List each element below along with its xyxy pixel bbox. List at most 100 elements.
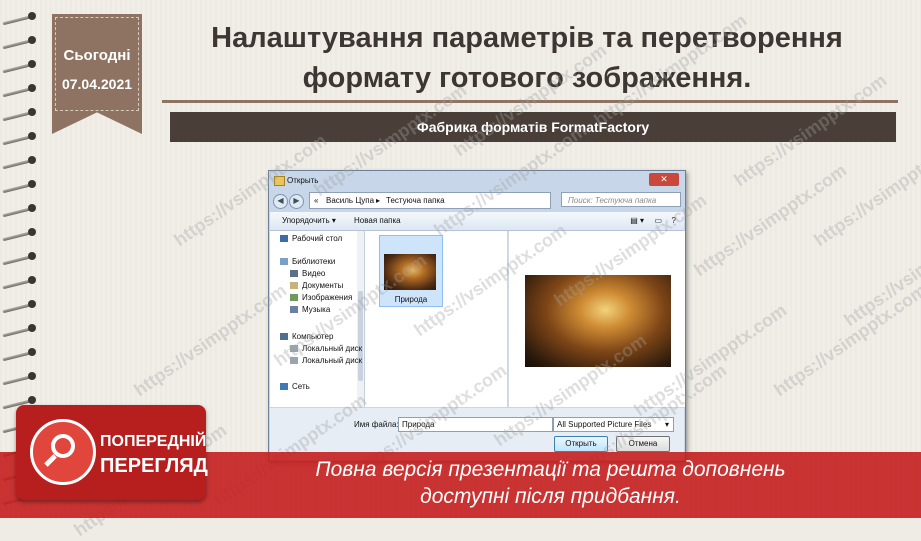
spiral-ring: [2, 132, 42, 146]
spiral-hole: [28, 348, 36, 356]
search-input[interactable]: Поиск: Тестуюча папка: [561, 192, 681, 207]
music-icon: [290, 306, 298, 314]
libraries-icon: [280, 258, 288, 266]
spiral-ring: [2, 204, 42, 218]
badge-line-2: ПЕРЕГЛЯД: [100, 455, 208, 477]
preview-pane: [508, 231, 685, 407]
spiral-hole: [28, 84, 36, 92]
preview-badge: ПОПЕРЕДНІЙ ПЕРЕГЛЯД: [16, 405, 208, 500]
spiral-hole: [28, 228, 36, 236]
organize-button[interactable]: Упорядочить ▾: [282, 212, 336, 230]
file-name: Природа: [394, 295, 428, 304]
banner-line-2: доступні після придбання.: [420, 485, 681, 508]
ribbon-date: 07.04.2021: [61, 76, 133, 92]
spiral-hole: [28, 372, 36, 380]
view-icon[interactable]: ▤ ▾: [630, 212, 644, 230]
breadcrumb-item[interactable]: Василь Цупа: [326, 193, 374, 208]
title-divider: [162, 100, 898, 103]
spiral-hole: [28, 60, 36, 68]
navigation-pane: Рабочий стол Библиотеки Видео Документы Изоб…: [270, 231, 365, 407]
nav-item[interactable]: Локальный диск: [290, 355, 362, 367]
file-item[interactable]: Природа: [379, 235, 443, 307]
spiral-ring: [2, 300, 42, 314]
spiral-ring: [2, 12, 42, 26]
chevron-down-icon: ▾: [664, 420, 669, 429]
nav-item[interactable]: Рабочий стол: [280, 233, 342, 245]
ribbon-label: Сьогодні: [63, 47, 131, 64]
spiral-hole: [28, 204, 36, 212]
nav-item-label: Видео: [302, 269, 326, 278]
nav-item-label: Изображения: [302, 293, 353, 302]
filetype-value: All Supported Picture Files: [557, 420, 652, 429]
nav-item[interactable]: Компьютер: [280, 331, 333, 343]
preview-pane-icon[interactable]: ▭: [654, 212, 662, 230]
nav-item-label: Локальный диск: [302, 344, 363, 353]
title-line-1: Налаштування параметрів та перетворення: [211, 22, 843, 54]
magnifier-icon: [30, 419, 96, 485]
close-button[interactable]: ✕: [649, 173, 679, 186]
folder-icon: «: [314, 196, 319, 205]
spiral-ring: [2, 108, 42, 122]
spiral-hole: [28, 108, 36, 116]
nav-item-label: Документы: [302, 281, 344, 290]
dialog-title: Открыть: [287, 176, 319, 185]
open-file-dialog: Открыть ✕ ◀ ▶ « Василь Цупа ▸ Тестуюча п…: [268, 170, 686, 462]
magnifier-lens: [51, 434, 75, 458]
spiral-hole: [28, 132, 36, 140]
folder-icon: [274, 176, 285, 186]
spiral-ring: [2, 60, 42, 74]
cancel-button[interactable]: Отмена: [616, 436, 670, 452]
spiral-hole: [28, 36, 36, 44]
spiral-hole: [28, 252, 36, 260]
address-bar[interactable]: « Василь Цупа ▸ Тестуюча папка: [309, 192, 551, 209]
pictures-icon: [290, 294, 298, 302]
spiral-hole: [28, 324, 36, 332]
spiral-ring: [2, 372, 42, 386]
nav-item[interactable]: Видео: [290, 268, 325, 280]
nav-item[interactable]: Сеть: [280, 381, 310, 393]
spiral-ring: [2, 36, 42, 50]
dialog-toolbar: Упорядочить ▾ Новая папка ▤ ▾ ▭ ?: [270, 212, 684, 231]
spiral-hole: [28, 396, 36, 404]
nav-item-label: Рабочий стол: [292, 234, 343, 243]
ribbon-stitch: [55, 17, 139, 111]
nav-item-label: Музыка: [302, 305, 331, 314]
network-icon: [280, 383, 288, 391]
address-row: ◀ ▶ « Василь Цупа ▸ Тестуюча папка Поиск…: [273, 192, 681, 209]
spiral-ring: [2, 252, 42, 266]
spiral-ring: [2, 324, 42, 338]
back-arrow-icon[interactable]: ◀: [273, 194, 288, 209]
breadcrumb-separator: ▸: [376, 196, 381, 205]
dialog-titlebar: Открыть ✕: [269, 171, 685, 189]
help-icon[interactable]: ?: [672, 212, 676, 230]
video-icon: [290, 270, 298, 278]
spiral-ring: [2, 156, 42, 170]
breadcrumb-item[interactable]: Тестуюча папка: [386, 193, 445, 208]
nav-item-label: Библиотеки: [292, 257, 336, 266]
filename-input[interactable]: Природа: [398, 417, 553, 432]
spiral-ring: [2, 348, 42, 362]
nav-item-label: Локальный диск: [302, 356, 363, 365]
nav-scrollbar[interactable]: [357, 231, 364, 407]
drive-icon: [290, 357, 298, 365]
slide-title: Налаштування параметрів та перетворення …: [158, 18, 896, 98]
filetype-select[interactable]: All Supported Picture Files ▾: [553, 417, 674, 432]
scrollbar-thumb[interactable]: [358, 291, 363, 381]
image-preview: [525, 275, 671, 367]
computer-icon: [280, 333, 288, 341]
spiral-ring: [2, 84, 42, 98]
magnifier-handle: [44, 454, 57, 467]
nav-item[interactable]: Изображения: [290, 292, 352, 304]
spiral-ring: [2, 276, 42, 290]
nav-item[interactable]: Локальный диск: [290, 343, 362, 355]
documents-icon: [290, 282, 298, 290]
new-folder-button[interactable]: Новая папка: [354, 212, 401, 230]
badge-line-1: ПОПЕРЕДНІЙ: [100, 433, 207, 450]
nav-item[interactable]: Библиотеки: [280, 256, 335, 268]
nav-item[interactable]: Музыка: [290, 304, 330, 316]
title-line-2: формату готового зображення.: [302, 62, 752, 94]
nav-item[interactable]: Документы: [290, 280, 343, 292]
forward-arrow-icon[interactable]: ▶: [289, 194, 304, 209]
spiral-hole: [28, 180, 36, 188]
open-button[interactable]: Открыть: [554, 436, 608, 452]
